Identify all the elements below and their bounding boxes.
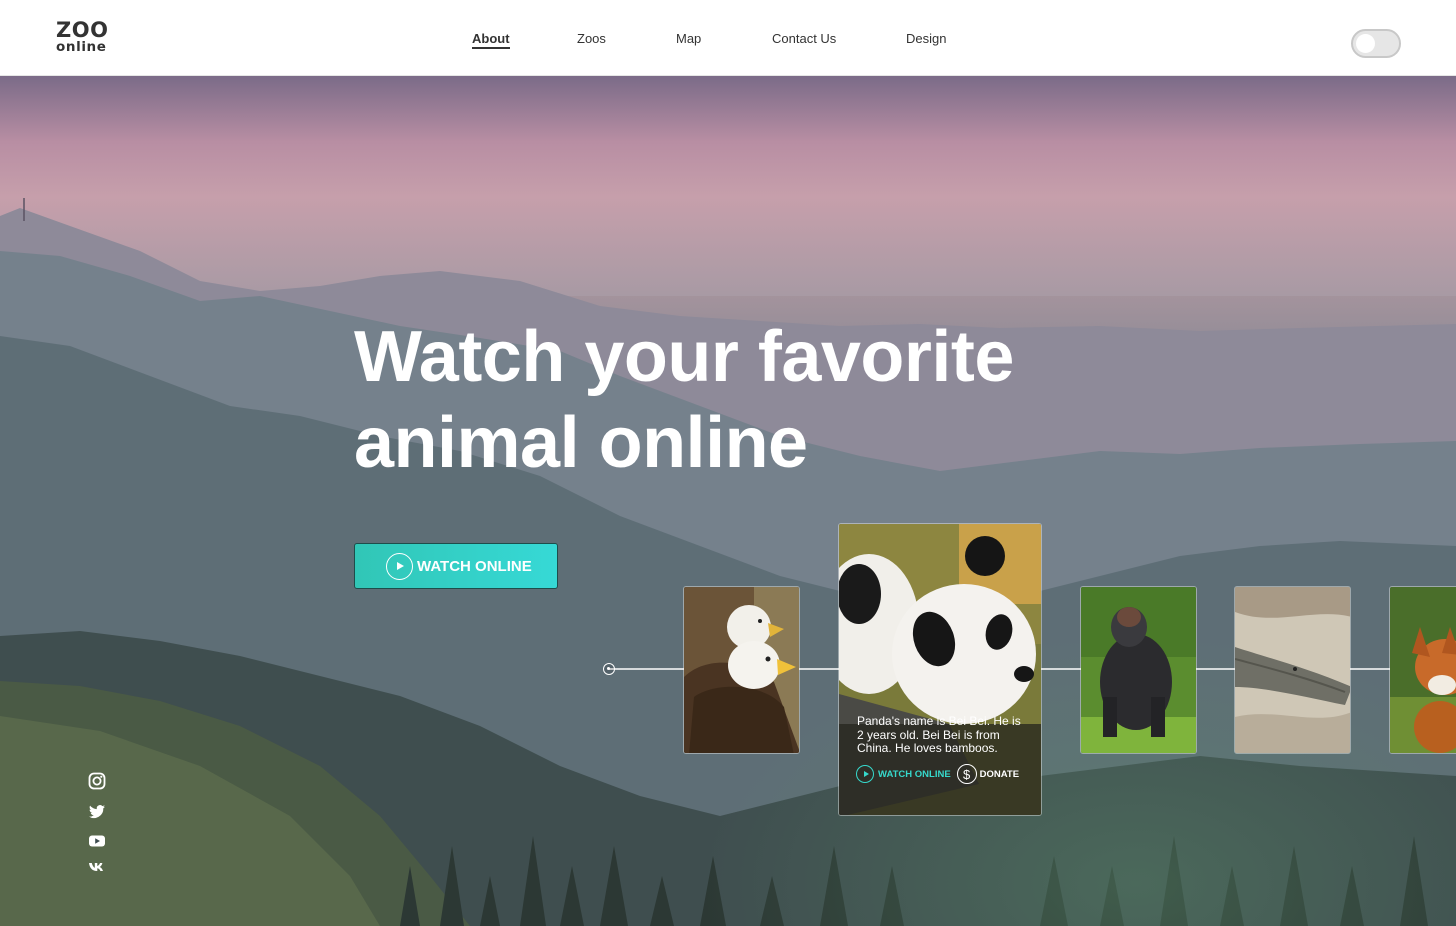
- animal-card-crocodile[interactable]: [1234, 586, 1351, 754]
- animal-card-gorilla[interactable]: [1080, 586, 1197, 754]
- nav-about[interactable]: About: [472, 31, 510, 49]
- gorilla-image: [1081, 587, 1196, 753]
- toggle-knob: [1356, 34, 1375, 53]
- panda-actions: WATCH ONLINE $ DONATE: [856, 764, 1019, 784]
- headline-line-2: animal online: [354, 403, 808, 483]
- animal-card-eagle[interactable]: [683, 586, 800, 754]
- animal-card-panda-featured[interactable]: Panda's name is Bei Bei. He is 2 years o…: [838, 523, 1042, 816]
- crocodile-image: [1235, 587, 1350, 753]
- animal-card-fox[interactable]: [1389, 586, 1456, 754]
- site-header: ZOO online About Zoos Map Contact Us Des…: [0, 0, 1456, 76]
- panda-donate-label: DONATE: [979, 768, 1020, 780]
- watch-online-label: WATCH ONLINE: [417, 557, 532, 575]
- instagram-icon[interactable]: [88, 772, 106, 790]
- play-icon: [856, 765, 874, 783]
- panda-watch-label: WATCH ONLINE: [878, 768, 951, 780]
- watch-online-button[interactable]: WATCH ONLINE: [354, 543, 558, 589]
- nav-map[interactable]: Map: [676, 31, 701, 46]
- mountain-landscape-background: [0, 76, 1456, 926]
- hero-headline: Watch your favorite animal online: [354, 314, 1074, 486]
- panda-watch-online-link[interactable]: WATCH ONLINE: [856, 765, 951, 783]
- theme-toggle[interactable]: [1351, 29, 1401, 58]
- logo-line-2: online: [56, 39, 107, 55]
- nav-contact-us[interactable]: Contact Us: [772, 31, 836, 46]
- timeline-start-dot[interactable]: [603, 663, 615, 675]
- hero-section: Watch your favorite animal online WATCH …: [0, 76, 1456, 926]
- nav-zoos[interactable]: Zoos: [577, 31, 606, 46]
- dollar-icon: $: [956, 764, 977, 784]
- play-icon: [386, 552, 413, 580]
- logo-line-1: ZOO: [56, 18, 109, 42]
- panda-description: Panda's name is Bei Bei. He is 2 years o…: [857, 714, 1021, 755]
- fox-image: [1390, 587, 1456, 753]
- twitter-icon[interactable]: [88, 803, 106, 821]
- headline-line-1: Watch your favorite: [354, 317, 1014, 397]
- panda-donate-link[interactable]: $ DONATE: [956, 764, 1020, 784]
- vk-icon[interactable]: [88, 858, 106, 876]
- eagle-image: [684, 587, 799, 753]
- youtube-icon[interactable]: [88, 832, 106, 850]
- nav-design[interactable]: Design: [906, 31, 946, 46]
- zoo-online-logo[interactable]: ZOO online: [56, 20, 108, 55]
